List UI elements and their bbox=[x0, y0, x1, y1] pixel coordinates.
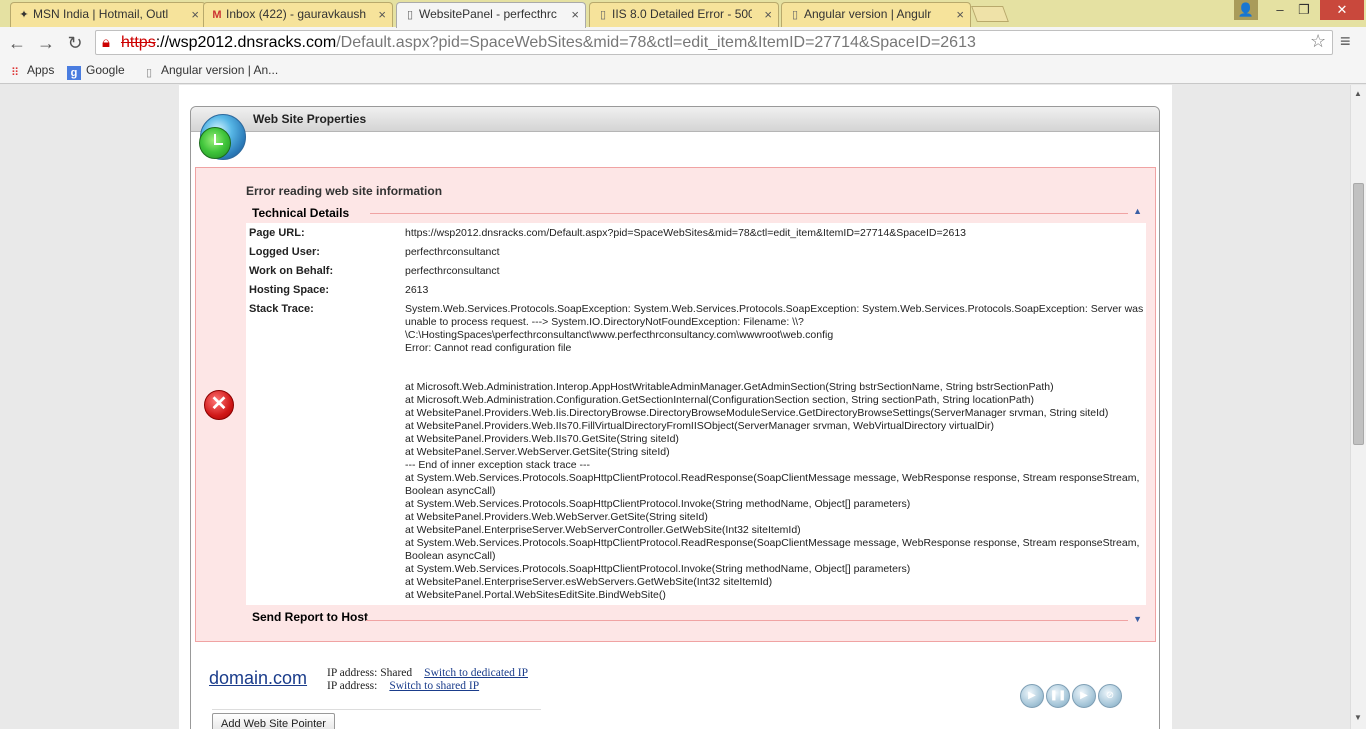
add-web-site-pointer-button[interactable]: Add Web Site Pointer bbox=[212, 713, 335, 729]
tab-title: IIS 8.0 Detailed Error - 500 bbox=[612, 7, 752, 21]
close-icon[interactable]: × bbox=[764, 7, 772, 22]
google-icon: g bbox=[67, 66, 81, 80]
page-icon: ▯ bbox=[406, 9, 414, 21]
close-icon[interactable]: × bbox=[571, 7, 579, 22]
tab-title: Inbox (422) - gauravkaush bbox=[226, 7, 366, 21]
gmail-icon: M bbox=[212, 9, 222, 21]
detail-label: Page URL: bbox=[249, 227, 305, 239]
close-icon[interactable]: × bbox=[191, 7, 199, 22]
user-icon[interactable]: 👤 bbox=[1234, 0, 1258, 20]
bookmark-google[interactable]: g Google bbox=[67, 63, 125, 80]
url-path: /Default.aspx?pid=SpaceWebSites&mid=78&c… bbox=[336, 34, 976, 51]
tab-iis-error[interactable]: ▯ IIS 8.0 Detailed Error - 500 × bbox=[589, 2, 779, 27]
site-controls: ▶ ❚❚ ▶ ⊘ bbox=[1020, 684, 1124, 708]
domain-link[interactable]: domain.com bbox=[209, 668, 307, 689]
tab-strip: ✦ MSN India | Hotmail, Outl × M Inbox (4… bbox=[0, 0, 1366, 28]
detail-value: perfecthrconsultanct bbox=[405, 246, 500, 258]
forward-icon[interactable]: → bbox=[34, 31, 58, 55]
page-icon: ▯ bbox=[599, 9, 607, 21]
page-viewport: Web Site Properties ✕ Error reading web … bbox=[0, 85, 1350, 729]
tab-gmail[interactable]: M Inbox (422) - gauravkaush × bbox=[203, 2, 393, 27]
close-icon[interactable]: × bbox=[956, 7, 964, 22]
clock-icon bbox=[199, 127, 231, 159]
start-icon[interactable]: ▶ bbox=[1020, 684, 1044, 708]
error-icon: ✕ bbox=[204, 390, 234, 420]
url-scheme: https bbox=[121, 34, 156, 51]
send-report-toggle[interactable]: Send Report to Host ▼ bbox=[246, 608, 1146, 627]
ip-address-line-1: IP address: Shared Switch to dedicated IP bbox=[327, 667, 528, 679]
detail-label: Hosting Space: bbox=[249, 284, 330, 296]
technical-details-toggle[interactable]: Technical Details ▲ bbox=[246, 204, 1146, 223]
ip-label: IP address: bbox=[327, 680, 378, 692]
tab-websitepanel[interactable]: ▯ WebsitePanel - perfecthrc × bbox=[396, 2, 586, 28]
panel-title: Web Site Properties bbox=[191, 107, 1159, 132]
url-host: ://wsp2012.dnsracks.com bbox=[155, 34, 337, 51]
stack-trace-text: System.Web.Services.Protocols.SoapExcept… bbox=[405, 303, 1144, 601]
tab-title: MSN India | Hotmail, Outl bbox=[33, 7, 169, 21]
switch-to-dedicated-ip-link[interactable]: Switch to dedicated IP bbox=[424, 667, 528, 679]
vertical-scrollbar[interactable]: ▲ ▼ bbox=[1350, 85, 1366, 729]
bookmark-label: Google bbox=[86, 63, 125, 77]
web-site-properties-panel: Web Site Properties ✕ Error reading web … bbox=[190, 106, 1160, 729]
detail-label: Logged User: bbox=[249, 246, 320, 258]
scroll-down-icon[interactable]: ▼ bbox=[1354, 713, 1362, 722]
new-tab-button[interactable] bbox=[971, 6, 1009, 22]
detail-label: Stack Trace: bbox=[249, 303, 314, 315]
scrollbar-thumb[interactable] bbox=[1353, 183, 1364, 445]
bookmarks-bar: ⠿ Apps g Google ▯ Angular version | An... bbox=[0, 58, 1366, 84]
address-bar[interactable]: 🔒︎ https://wsp2012.dnsracks.com/Default.a… bbox=[95, 30, 1333, 55]
ip-label: IP address: Shared bbox=[327, 667, 413, 679]
tab-angular[interactable]: ▯ Angular version | Angulr × bbox=[781, 2, 971, 27]
technical-details-label: Technical Details bbox=[252, 206, 350, 220]
chevron-down-icon[interactable]: ▼ bbox=[1133, 614, 1142, 624]
page-icon: ▯ bbox=[791, 9, 799, 21]
close-icon[interactable]: × bbox=[378, 7, 386, 22]
bookmark-apps[interactable]: ⠿ Apps bbox=[8, 63, 54, 80]
chevron-up-icon[interactable]: ▲ bbox=[1133, 206, 1142, 216]
window-close-button[interactable]: ✕ bbox=[1320, 0, 1364, 20]
website-globe-icon bbox=[199, 114, 246, 160]
page-icon: ▯ bbox=[145, 67, 153, 79]
bookmark-angular[interactable]: ▯ Angular version | An... bbox=[142, 63, 278, 80]
ip-address-line-2: IP address: Switch to shared IP bbox=[327, 680, 479, 692]
insecure-lock-icon[interactable]: 🔒︎ bbox=[102, 31, 110, 54]
send-report-label: Send Report to Host bbox=[252, 610, 368, 624]
detail-value: 2613 bbox=[405, 284, 429, 296]
tab-title: Angular version | Angulr bbox=[804, 7, 932, 21]
menu-icon[interactable]: ≡ bbox=[1340, 31, 1351, 52]
pause-icon[interactable]: ❚❚ bbox=[1046, 684, 1070, 708]
error-title: Error reading web site information bbox=[246, 184, 443, 198]
apps-grid-icon: ⠿ bbox=[10, 67, 20, 79]
back-icon[interactable]: ← bbox=[5, 31, 29, 55]
tab-title: WebsitePanel - perfecthrc bbox=[419, 7, 557, 21]
msn-icon: ✦ bbox=[19, 9, 29, 21]
reload-icon[interactable]: ↻ bbox=[63, 31, 87, 55]
bookmark-star-icon[interactable]: ☆ bbox=[1310, 31, 1326, 52]
technical-details: Page URL: https://wsp2012.dnsracks.com/D… bbox=[246, 223, 1146, 605]
content-area: Web Site Properties ✕ Error reading web … bbox=[179, 85, 1172, 729]
stop-icon[interactable]: ⊘ bbox=[1098, 684, 1122, 708]
divider bbox=[212, 709, 541, 710]
tab-msn[interactable]: ✦ MSN India | Hotmail, Outl × bbox=[10, 2, 206, 27]
bookmark-label: Angular version | An... bbox=[161, 63, 279, 77]
detail-value: https://wsp2012.dnsracks.com/Default.asp… bbox=[405, 227, 967, 239]
continue-icon[interactable]: ▶ bbox=[1072, 684, 1096, 708]
detail-value: perfecthrconsultanct bbox=[405, 265, 500, 277]
switch-to-shared-ip-link[interactable]: Switch to shared IP bbox=[389, 680, 479, 692]
detail-label: Work on Behalf: bbox=[249, 265, 334, 277]
scroll-up-icon[interactable]: ▲ bbox=[1354, 89, 1362, 98]
maximize-button[interactable]: ❐ bbox=[1290, 0, 1318, 20]
error-box: ✕ Error reading web site information Tec… bbox=[195, 167, 1156, 642]
bookmark-label: Apps bbox=[27, 63, 55, 77]
